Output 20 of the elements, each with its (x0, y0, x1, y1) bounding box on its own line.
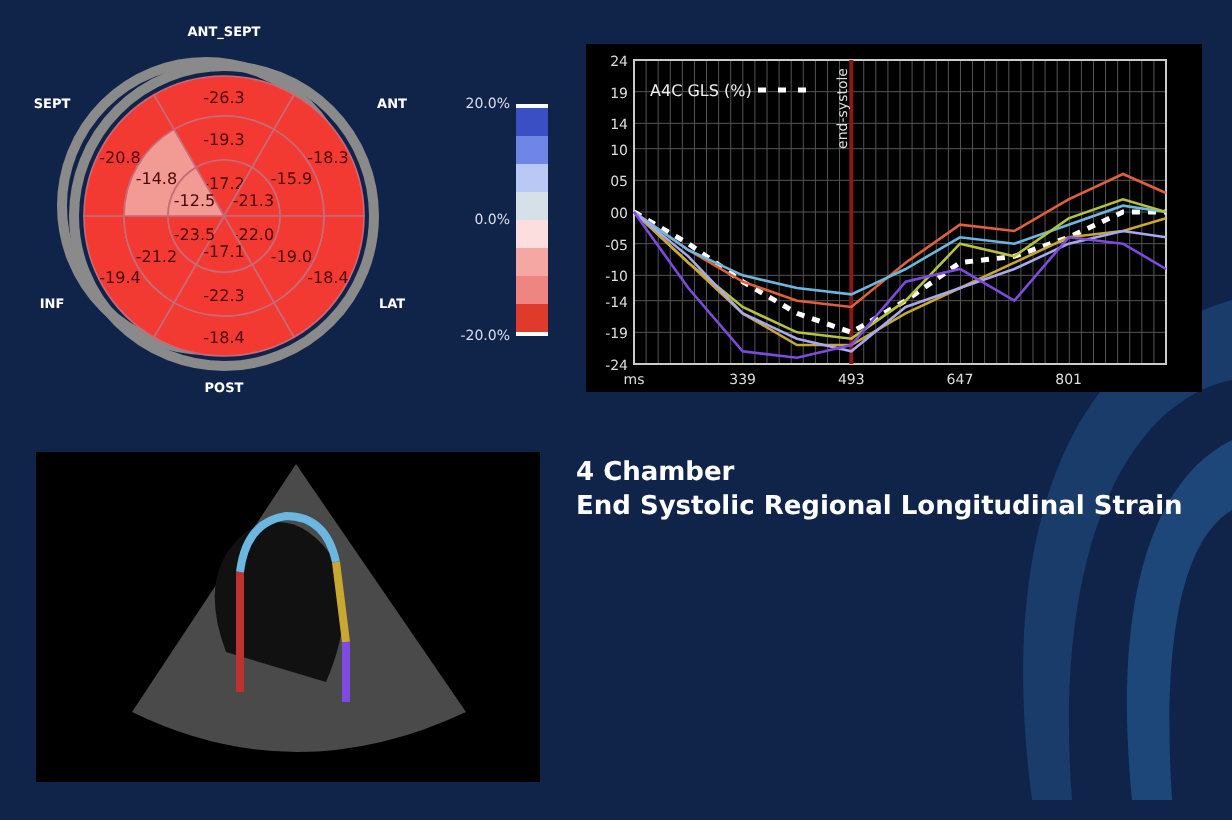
segment-value: -18.4 (307, 269, 349, 287)
segment-value: -21.3 (232, 192, 275, 210)
segment-value: -21.2 (135, 248, 178, 266)
segment-value: -19.4 (99, 269, 141, 287)
segment-value: -18.3 (307, 149, 349, 167)
segment-value: -19.3 (203, 131, 245, 149)
segment-value: -23.5 (173, 226, 216, 244)
segment-value: -12.5 (173, 192, 216, 210)
segment-value: -17.1 (203, 243, 245, 261)
segment-value: -22.0 (232, 226, 275, 244)
segment-value: -19.0 (270, 248, 313, 266)
segment-value: -14.8 (135, 170, 178, 188)
heading-title: 4 Chamber (576, 456, 737, 490)
segment-value: -15.9 (270, 170, 313, 188)
legend-label: A4C GLS (%) (650, 82, 752, 100)
segment-value: -18.4 (203, 329, 245, 347)
segment-value: -20.8 (99, 149, 141, 167)
segment-value: -26.3 (203, 89, 245, 107)
segment-value: -22.3 (203, 287, 245, 305)
heading-subtitle: End Systolic Regional Longitudinal Strain (576, 490, 1183, 524)
